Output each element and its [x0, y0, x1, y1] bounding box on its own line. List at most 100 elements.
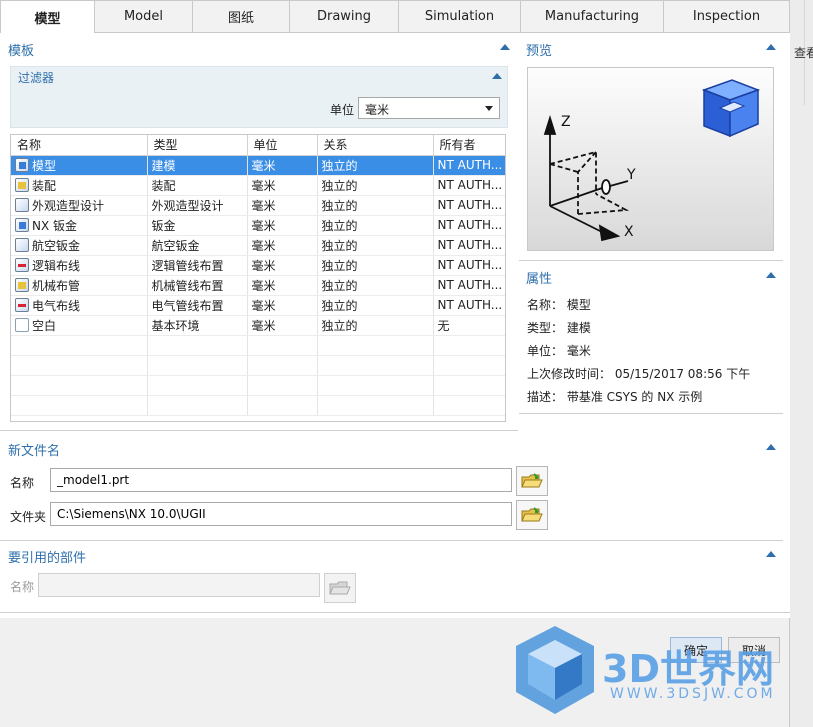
- row-type: 机械管线布置: [147, 275, 248, 296]
- row-type: 航空钣金: [147, 235, 248, 256]
- preview-section-title: 预览: [526, 44, 553, 59]
- divider: [0, 540, 783, 541]
- row-relation: 独立的: [317, 315, 434, 336]
- tab-model-en[interactable]: Model: [95, 0, 193, 33]
- model-icon: [15, 158, 29, 172]
- axis-x-label: X: [624, 224, 634, 240]
- row-name: 机械布管: [32, 278, 81, 293]
- property-name: 名称： 模型: [527, 298, 591, 312]
- row-unit: 毫米: [247, 315, 318, 336]
- axis-z-label: Z: [561, 114, 571, 130]
- table-row[interactable]: 外观造型设计 外观造型设计 毫米 独立的 NT AUTH...: [11, 195, 505, 216]
- row-name: 空白: [32, 318, 57, 333]
- properties-collapse-icon[interactable]: [766, 272, 776, 278]
- column-header-relation[interactable]: 关系: [317, 135, 434, 156]
- column-header-type[interactable]: 类型: [147, 135, 248, 156]
- browse-folder-button[interactable]: [516, 500, 548, 530]
- file-name-input[interactable]: [50, 468, 512, 492]
- row-unit: 毫米: [247, 175, 318, 196]
- row-relation: 独立的: [317, 175, 434, 196]
- table-row[interactable]: 空白 基本环境 毫米 独立的 无: [11, 315, 505, 336]
- background-window-strip: 查看: [790, 0, 813, 727]
- chevron-down-icon: [485, 106, 493, 111]
- blank-icon: [15, 318, 29, 332]
- preview-collapse-icon[interactable]: [766, 44, 776, 50]
- aero-sheet-metal-icon: [15, 238, 29, 252]
- table-row[interactable]: 模型 建模 毫米 独立的 NT AUTH...: [11, 155, 505, 176]
- table-row[interactable]: 电气布线 电气管线布置 毫米 独立的 NT AUTH...: [11, 295, 505, 316]
- new-file-dialog: 模型 Model 图纸 Drawing Simulation Manufactu…: [0, 0, 790, 727]
- template-table: 名称 类型 单位 关系 所有者 模型 建模 毫米 独立的 NT AUTH... …: [10, 134, 506, 422]
- row-unit: 毫米: [247, 155, 318, 176]
- row-type: 钣金: [147, 215, 248, 236]
- row-relation: 独立的: [317, 255, 434, 276]
- row-owner: NT AUTH...: [433, 295, 505, 316]
- empty-row: [11, 335, 505, 356]
- row-type: 电气管线布置: [147, 295, 248, 316]
- tab-drawing-cn[interactable]: 图纸: [193, 0, 290, 33]
- row-owner: NT AUTH...: [433, 155, 505, 176]
- tab-model-cn[interactable]: 模型: [0, 0, 95, 33]
- templates-collapse-icon[interactable]: [500, 44, 510, 50]
- row-name: 航空钣金: [32, 238, 81, 253]
- referenced-section-title: 要引用的部件: [8, 551, 87, 566]
- electrical-routing-icon: [15, 298, 29, 312]
- ok-button[interactable]: 确定: [670, 637, 722, 663]
- column-header-unit[interactable]: 单位: [247, 135, 318, 156]
- browse-referenced-button: [324, 573, 356, 603]
- table-row[interactable]: 逻辑布线 逻辑管线布置 毫米 独立的 NT AUTH...: [11, 255, 505, 276]
- row-relation: 独立的: [317, 155, 434, 176]
- open-folder-icon: [329, 581, 351, 595]
- cancel-button[interactable]: 取消: [728, 637, 780, 663]
- empty-row: [11, 375, 505, 396]
- table-row[interactable]: NX 钣金 钣金 毫米 独立的 NT AUTH...: [11, 215, 505, 236]
- property-unit: 单位： 毫米: [527, 344, 591, 358]
- row-relation: 独立的: [317, 295, 434, 316]
- csys-axes: [543, 114, 630, 242]
- assembly-icon: [15, 178, 29, 192]
- property-description: 描述： 带基准 CSYS 的 NX 示例: [527, 390, 703, 404]
- unit-select[interactable]: 毫米: [358, 97, 500, 119]
- row-unit: 毫米: [247, 215, 318, 236]
- new-file-collapse-icon[interactable]: [766, 444, 776, 450]
- unit-label: 单位: [330, 103, 355, 117]
- row-type: 逻辑管线布置: [147, 255, 248, 276]
- logical-routing-icon: [15, 258, 29, 272]
- row-unit: 毫米: [247, 255, 318, 276]
- referenced-name-label: 名称: [10, 580, 35, 594]
- tab-simulation[interactable]: Simulation: [399, 0, 521, 33]
- table-header-row: 名称 类型 单位 关系 所有者: [11, 135, 505, 156]
- row-owner: 无: [433, 315, 505, 336]
- table-row[interactable]: 机械布管 机械管线布置 毫米 独立的 NT AUTH...: [11, 275, 505, 296]
- properties-section-title: 属性: [526, 272, 553, 287]
- tab-drawing-en[interactable]: Drawing: [290, 0, 399, 33]
- table-row[interactable]: 装配 装配 毫米 独立的 NT AUTH...: [11, 175, 505, 196]
- row-name: 逻辑布线: [32, 258, 81, 273]
- background-window-text: 查看: [794, 46, 813, 60]
- row-owner: NT AUTH...: [433, 275, 505, 296]
- empty-row: [11, 355, 505, 376]
- column-header-name[interactable]: 名称: [11, 135, 148, 156]
- unit-select-value: 毫米: [365, 103, 390, 117]
- new-file-section-title: 新文件名: [8, 444, 61, 459]
- part-cube-icon: [701, 79, 761, 138]
- sheet-metal-icon: [15, 218, 29, 232]
- open-folder-icon: [521, 473, 543, 488]
- row-name: 电气布线: [32, 298, 81, 313]
- template-tab-bar: 模型 Model 图纸 Drawing Simulation Manufactu…: [0, 0, 790, 33]
- divider: [0, 612, 790, 613]
- preview-image: Z Y X: [527, 67, 774, 251]
- filter-collapse-icon[interactable]: [492, 73, 502, 79]
- column-header-owner[interactable]: 所有者: [433, 135, 505, 156]
- axis-y-label: Y: [627, 167, 636, 183]
- tab-inspection[interactable]: Inspection: [664, 0, 790, 33]
- row-relation: 独立的: [317, 215, 434, 236]
- tab-manufacturing[interactable]: Manufacturing: [521, 0, 664, 33]
- folder-input[interactable]: [50, 502, 512, 526]
- referenced-collapse-icon[interactable]: [766, 551, 776, 557]
- table-row[interactable]: 航空钣金 航空钣金 毫米 独立的 NT AUTH...: [11, 235, 505, 256]
- row-name: NX 钣金: [32, 218, 78, 233]
- row-relation: 独立的: [317, 275, 434, 296]
- row-owner: NT AUTH...: [433, 235, 505, 256]
- browse-file-button[interactable]: [516, 466, 548, 496]
